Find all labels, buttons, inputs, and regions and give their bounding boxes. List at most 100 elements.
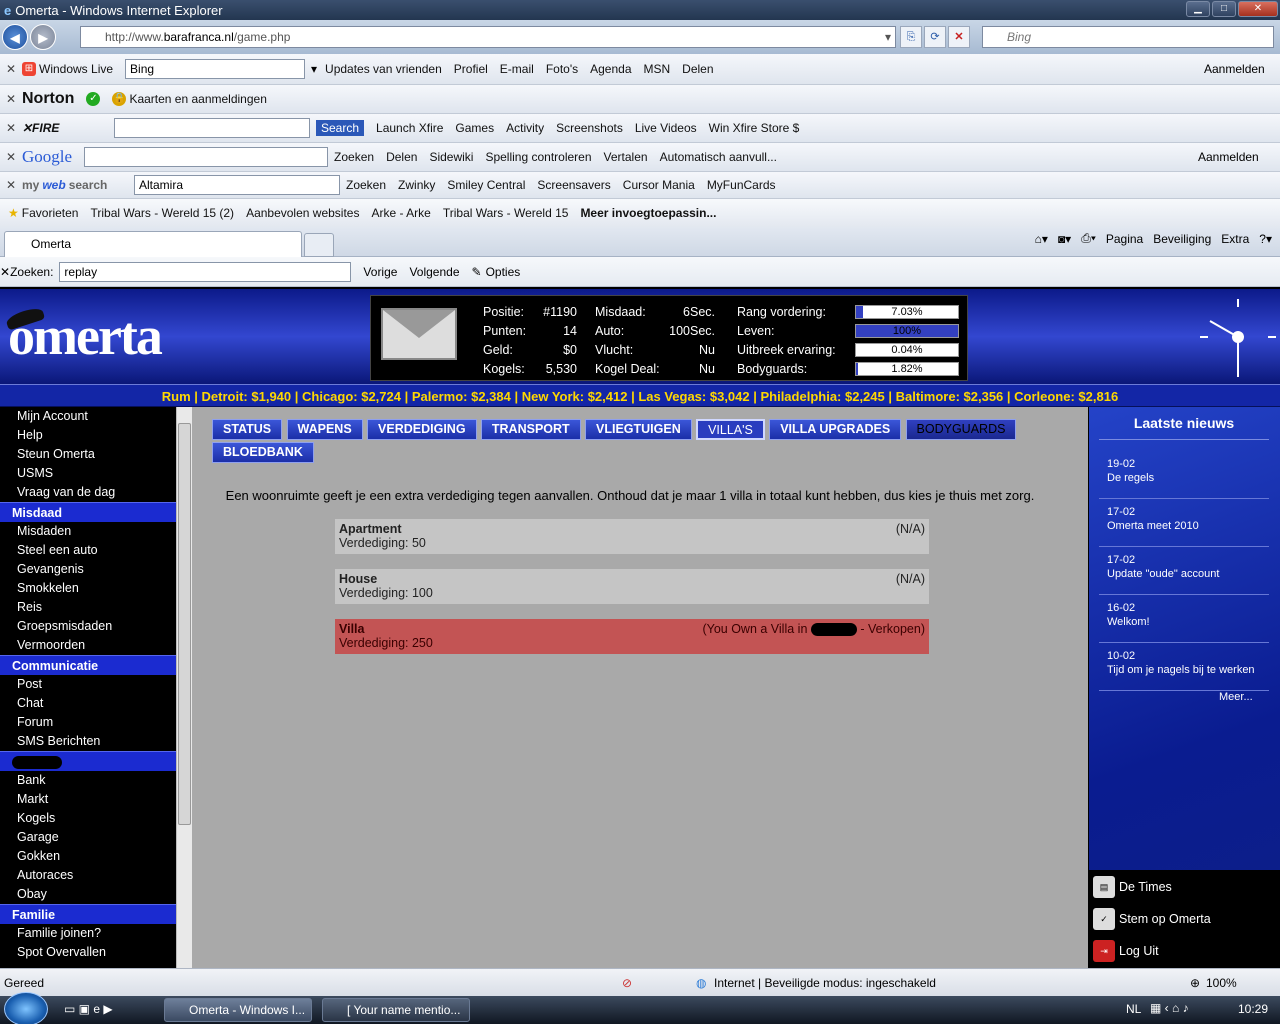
omerta-logo[interactable]: omerta	[8, 305, 163, 367]
menu-item[interactable]: Chat	[0, 694, 176, 713]
feeds-icon[interactable]: ◙▾	[1058, 232, 1071, 246]
lang-indicator[interactable]: NL	[1126, 1002, 1141, 1016]
taskbar-btn-omerta[interactable]: Omerta - Windows I...	[164, 998, 312, 1022]
google-item-autofill[interactable]: Automatisch aanvull...	[660, 150, 777, 164]
wl-item-updates[interactable]: Updates van vrienden	[325, 62, 442, 76]
tab-bloedbank[interactable]: BLOEDBANK	[212, 442, 314, 463]
menu-item[interactable]: Help	[0, 426, 176, 445]
link-logout[interactable]: Log Uit	[1119, 944, 1159, 958]
taskbar-btn-forum[interactable]: [ Your name mentio...	[322, 998, 470, 1022]
tab-status[interactable]: STATUS	[212, 419, 283, 440]
cmd-pagina[interactable]: Pagina	[1106, 232, 1143, 246]
google-item-sidewiki[interactable]: Sidewiki	[429, 150, 473, 164]
news-item[interactable]: 17-02 Update "oude" account	[1099, 547, 1269, 595]
new-tab-button[interactable]	[304, 233, 334, 257]
wl-item-delen[interactable]: Delen	[682, 62, 713, 76]
menu-item[interactable]: Smokkelen	[0, 579, 176, 598]
minimize-button[interactable]: ▁	[1186, 1, 1210, 17]
mywebsearch-input[interactable]: Altamira	[134, 175, 340, 195]
menu-item[interactable]: Familie joinen?	[0, 924, 176, 943]
fav-item-1[interactable]: Tribal Wars - Wereld 15 (2)	[90, 206, 234, 220]
close-button[interactable]: ✕	[1238, 1, 1278, 17]
google-item-zoeken[interactable]: Zoeken	[334, 150, 374, 164]
stop-icon[interactable]: ✕	[948, 26, 970, 48]
wl-item-agenda[interactable]: Agenda	[590, 62, 631, 76]
menu-item[interactable]: Misdaden	[0, 522, 176, 541]
cmd-extra[interactable]: Extra	[1221, 232, 1249, 246]
compatibility-icon[interactable]: ⎘	[900, 26, 922, 48]
menu-item[interactable]: Vraag van de dag	[0, 483, 176, 502]
news-item[interactable]: 19-02 De regels	[1099, 451, 1269, 499]
xfire-search-button[interactable]: Search	[316, 120, 365, 136]
menu-item[interactable]: Spot Overvallen	[0, 943, 176, 962]
xfire-item-launch[interactable]: Launch Xfire	[376, 121, 443, 135]
menu-item[interactable]: Forum	[0, 713, 176, 732]
close-toolbar-icon[interactable]: ✕	[0, 121, 22, 135]
home-icon[interactable]: ⌂▾	[1035, 232, 1048, 246]
wl-item-fotos[interactable]: Foto's	[546, 62, 578, 76]
fav-item-2[interactable]: Aanbevolen websites	[246, 206, 359, 220]
menu-scrollbar[interactable]	[176, 407, 192, 968]
fav-item-4[interactable]: Tribal Wars - Wereld 15	[443, 206, 569, 220]
google-search-input[interactable]	[84, 147, 329, 167]
dropdown-icon[interactable]: ▾	[885, 30, 891, 44]
fav-item-3[interactable]: Arke - Arke	[371, 206, 430, 220]
privacy-icon[interactable]: ⊘	[622, 969, 632, 997]
close-toolbar-icon[interactable]: ✕	[0, 150, 22, 164]
news-more-link[interactable]: Meer...	[1219, 691, 1253, 703]
menu-item[interactable]: Gokken	[0, 847, 176, 866]
wl-signin[interactable]: Aanmelden	[1204, 62, 1265, 76]
close-toolbar-icon[interactable]: ✕	[0, 178, 22, 192]
news-item[interactable]: 17-02 Omerta meet 2010	[1099, 499, 1269, 547]
menu-item[interactable]: Mijn Account	[0, 407, 176, 426]
xfire-item-live-videos[interactable]: Live Videos	[635, 121, 697, 135]
google-item-delen[interactable]: Delen	[386, 150, 417, 164]
menu-item[interactable]: Markt	[0, 790, 176, 809]
cmd-beveiliging[interactable]: Beveiliging	[1153, 232, 1211, 246]
mws-item-screensavers[interactable]: Screensavers	[537, 178, 610, 192]
close-find-icon[interactable]: ✕	[0, 265, 10, 279]
zoom-icon[interactable]: ⊕	[1190, 969, 1200, 997]
news-text[interactable]: De regels	[1107, 471, 1261, 485]
menu-item[interactable]: Steun Omerta	[0, 445, 176, 464]
mws-item-zoeken[interactable]: Zoeken	[346, 178, 386, 192]
wl-item-profiel[interactable]: Profiel	[454, 62, 488, 76]
xfire-item-store[interactable]: Win Xfire Store $	[709, 121, 800, 135]
back-button[interactable]: ◀	[2, 24, 28, 50]
news-text[interactable]: Omerta meet 2010	[1107, 519, 1261, 533]
tab-villa-upgrades[interactable]: VILLA UPGRADES	[769, 419, 902, 440]
search-input[interactable]: Bing	[982, 26, 1274, 48]
menu-item[interactable]: Steel een auto	[0, 541, 176, 560]
xfire-item-activity[interactable]: Activity	[506, 121, 544, 135]
google-item-spelling[interactable]: Spelling controleren	[485, 150, 591, 164]
tab-villas[interactable]: VILLA'S	[696, 419, 765, 440]
google-signin[interactable]: Aanmelden	[1198, 150, 1259, 164]
dropdown-icon[interactable]: ▾	[311, 62, 325, 76]
menu-item[interactable]: Garage	[0, 828, 176, 847]
news-text[interactable]: Tijd om je nagels bij te werken	[1107, 663, 1261, 677]
fav-item-5[interactable]: Meer invoegtoepassin...	[580, 206, 716, 220]
link-de-times[interactable]: De Times	[1119, 880, 1172, 894]
xfire-search-input[interactable]	[114, 118, 310, 138]
tab-omerta[interactable]: Omerta	[4, 231, 302, 257]
menu-item[interactable]: Autoraces	[0, 866, 176, 885]
news-text[interactable]: Welkom!	[1107, 615, 1261, 629]
start-button[interactable]	[4, 992, 48, 1024]
menu-item[interactable]: Bank	[0, 771, 176, 790]
xfire-item-games[interactable]: Games	[455, 121, 494, 135]
live-search-input[interactable]: Bing	[125, 59, 306, 79]
tray-icons[interactable]: ▦ ‹ ⌂ ♪	[1150, 1001, 1189, 1015]
favorites-button[interactable]: Favorieten	[22, 206, 79, 220]
help-icon[interactable]: ?▾	[1259, 232, 1272, 246]
menu-item[interactable]: USMS	[0, 464, 176, 483]
find-prev-button[interactable]: Vorige	[363, 265, 397, 279]
mws-item-cursor[interactable]: Cursor Mania	[623, 178, 695, 192]
scrollbar-thumb[interactable]	[178, 423, 191, 825]
norton-cards[interactable]: Kaarten en aanmeldingen	[129, 92, 266, 106]
news-text[interactable]: Update "oude" account	[1107, 567, 1261, 581]
find-input[interactable]: replay	[59, 261, 352, 282]
tab-verdediging[interactable]: VERDEDIGING	[367, 419, 477, 440]
wl-item-email[interactable]: E-mail	[500, 62, 534, 76]
maximize-button[interactable]: □	[1212, 1, 1236, 17]
mws-item-myfuncards[interactable]: MyFunCards	[707, 178, 776, 192]
